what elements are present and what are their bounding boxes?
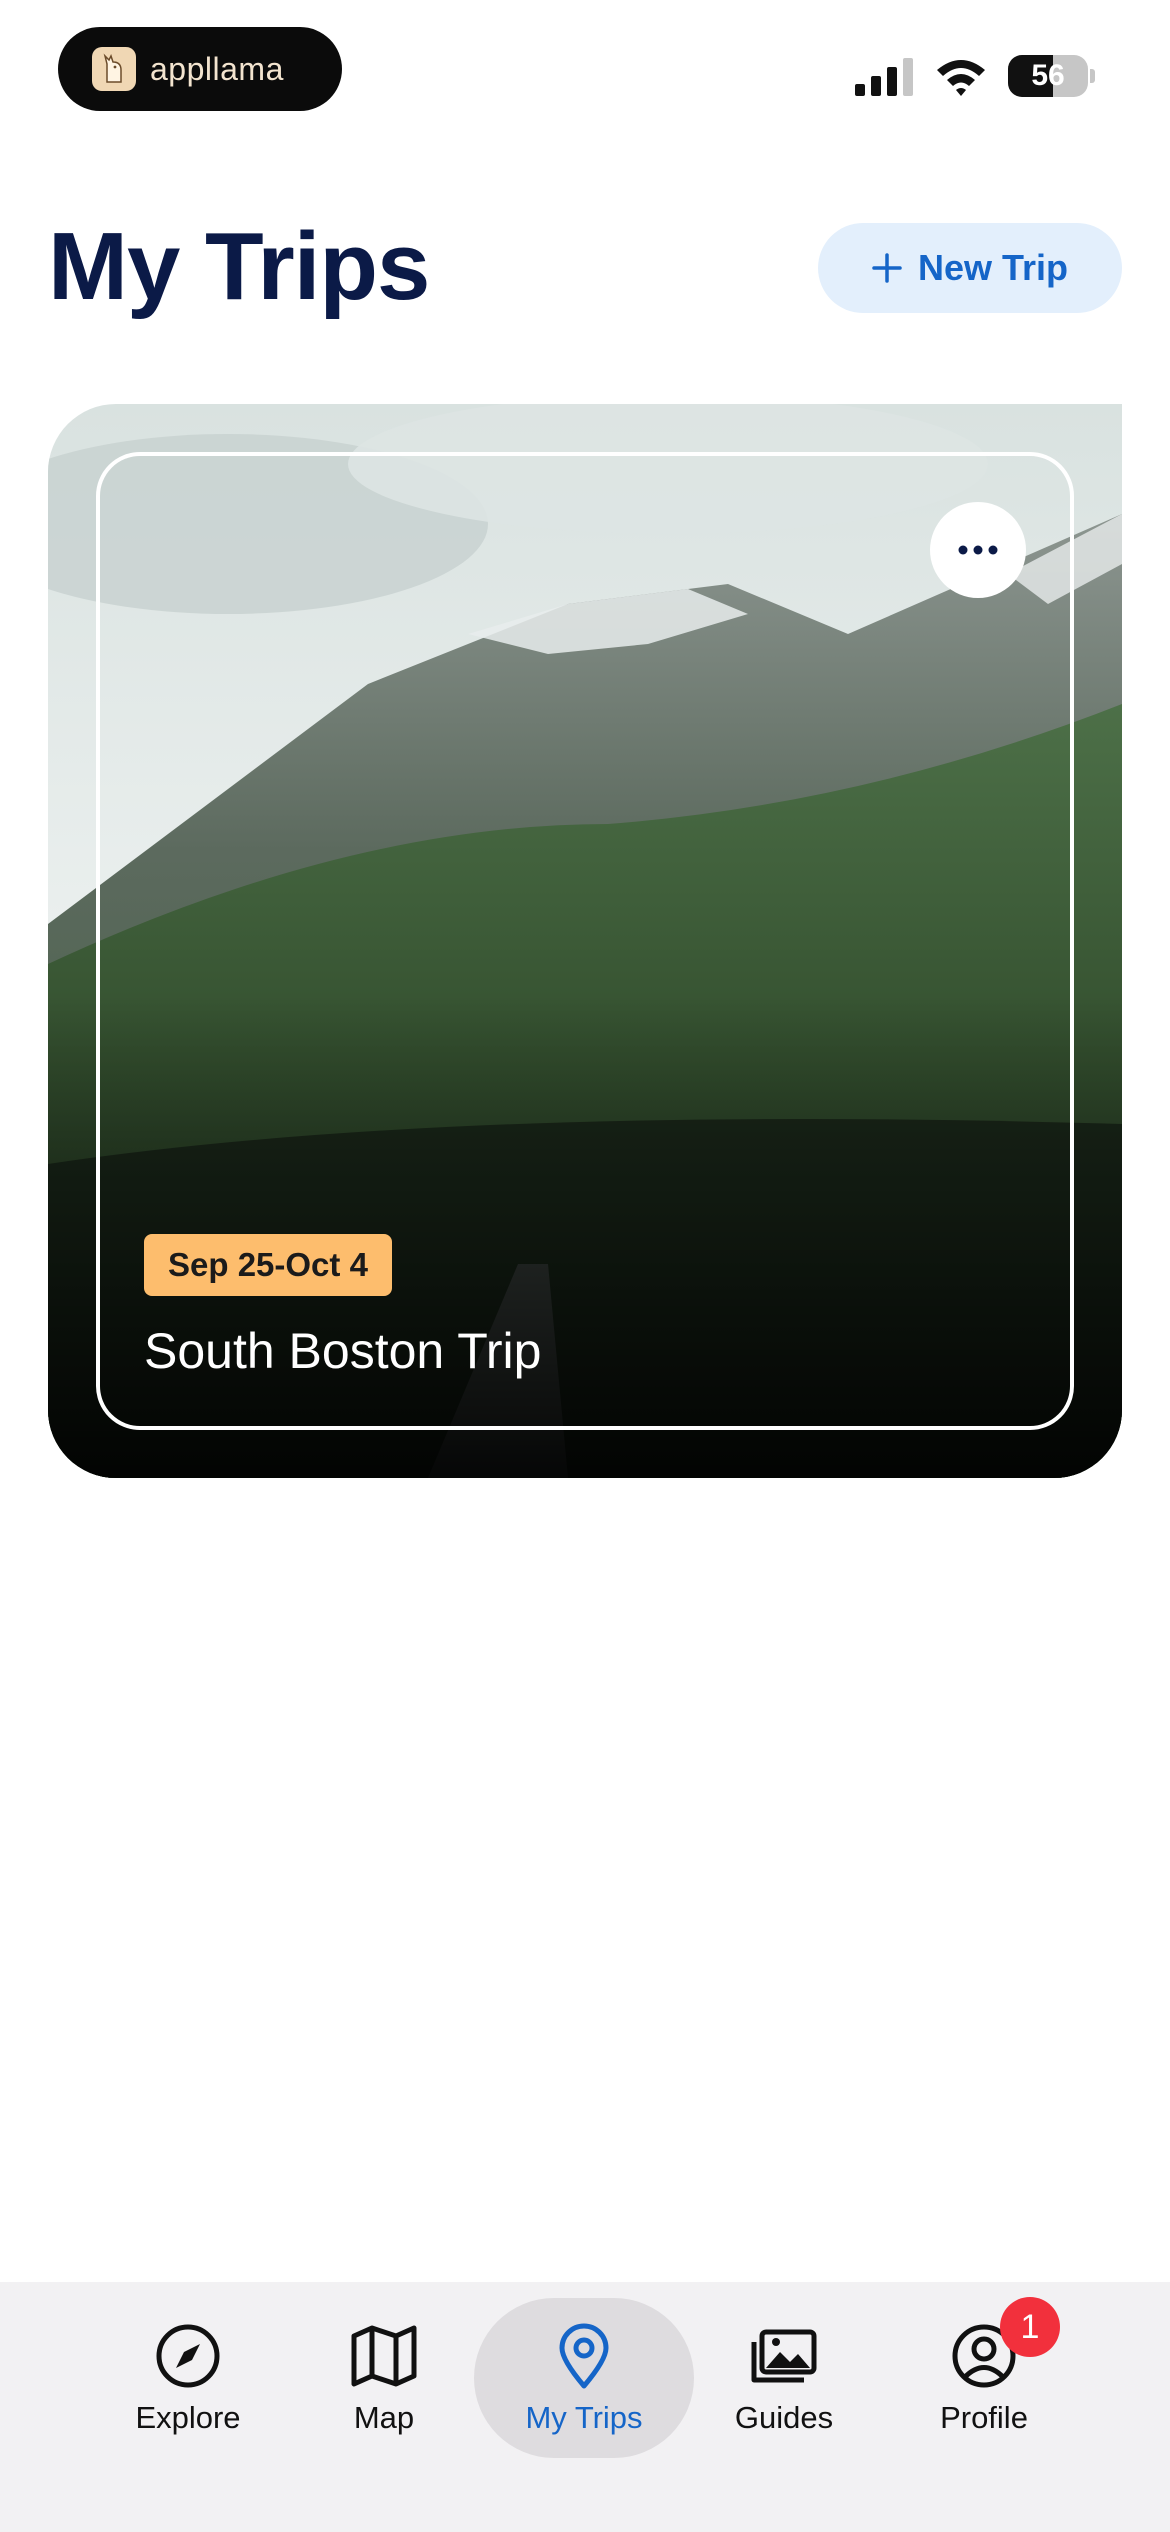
wifi-icon	[937, 60, 985, 96]
cellular-signal-icon	[855, 58, 913, 96]
tab-label-map: Map	[353, 2400, 415, 2435]
trip-title: South Boston Trip	[144, 1323, 542, 1379]
tab-label-my-trips: My Trips	[525, 2400, 643, 2435]
trip-date-badge: Sep 25-Oct 4	[144, 1234, 392, 1296]
trip-options-button[interactable]	[930, 502, 1026, 598]
bottom-tab-bar: Explore Map My Trips Guides Profile	[0, 2282, 1170, 2532]
battery-level: 56	[1031, 59, 1065, 92]
plus-icon	[872, 253, 902, 283]
battery-indicator: 56	[1008, 55, 1088, 97]
tab-explore[interactable]: Explore	[78, 2298, 298, 2458]
ellipsis-icon	[958, 545, 998, 555]
new-trip-label: New Trip	[917, 247, 1069, 288]
tab-label-profile: Profile	[940, 2400, 1028, 2435]
app-name: appllama	[150, 50, 284, 87]
tab-map[interactable]: Map	[274, 2298, 494, 2458]
status-bar: appllama 56	[0, 0, 1170, 140]
battery-nub	[1090, 69, 1095, 83]
compass-icon	[156, 2324, 220, 2388]
photos-icon	[751, 2329, 817, 2383]
new-trip-button[interactable]: New Trip	[818, 223, 1122, 313]
profile-notification-badge: 1	[1000, 2297, 1060, 2357]
llama-logo-icon	[92, 47, 136, 91]
location-pin-icon	[559, 2323, 609, 2389]
tab-my-trips[interactable]: My Trips	[474, 2298, 694, 2458]
tab-profile[interactable]: Profile	[874, 2298, 1094, 2458]
tab-guides[interactable]: Guides	[674, 2298, 894, 2458]
trip-card[interactable]: Sep 25-Oct 4 South Boston Trip	[48, 404, 1122, 1478]
page-title: My Trips	[48, 213, 430, 320]
tab-label-guides: Guides	[734, 2400, 834, 2435]
tab-label-explore: Explore	[135, 2400, 241, 2435]
map-icon	[351, 2325, 417, 2387]
app-indicator-pill[interactable]: appllama	[58, 27, 342, 111]
